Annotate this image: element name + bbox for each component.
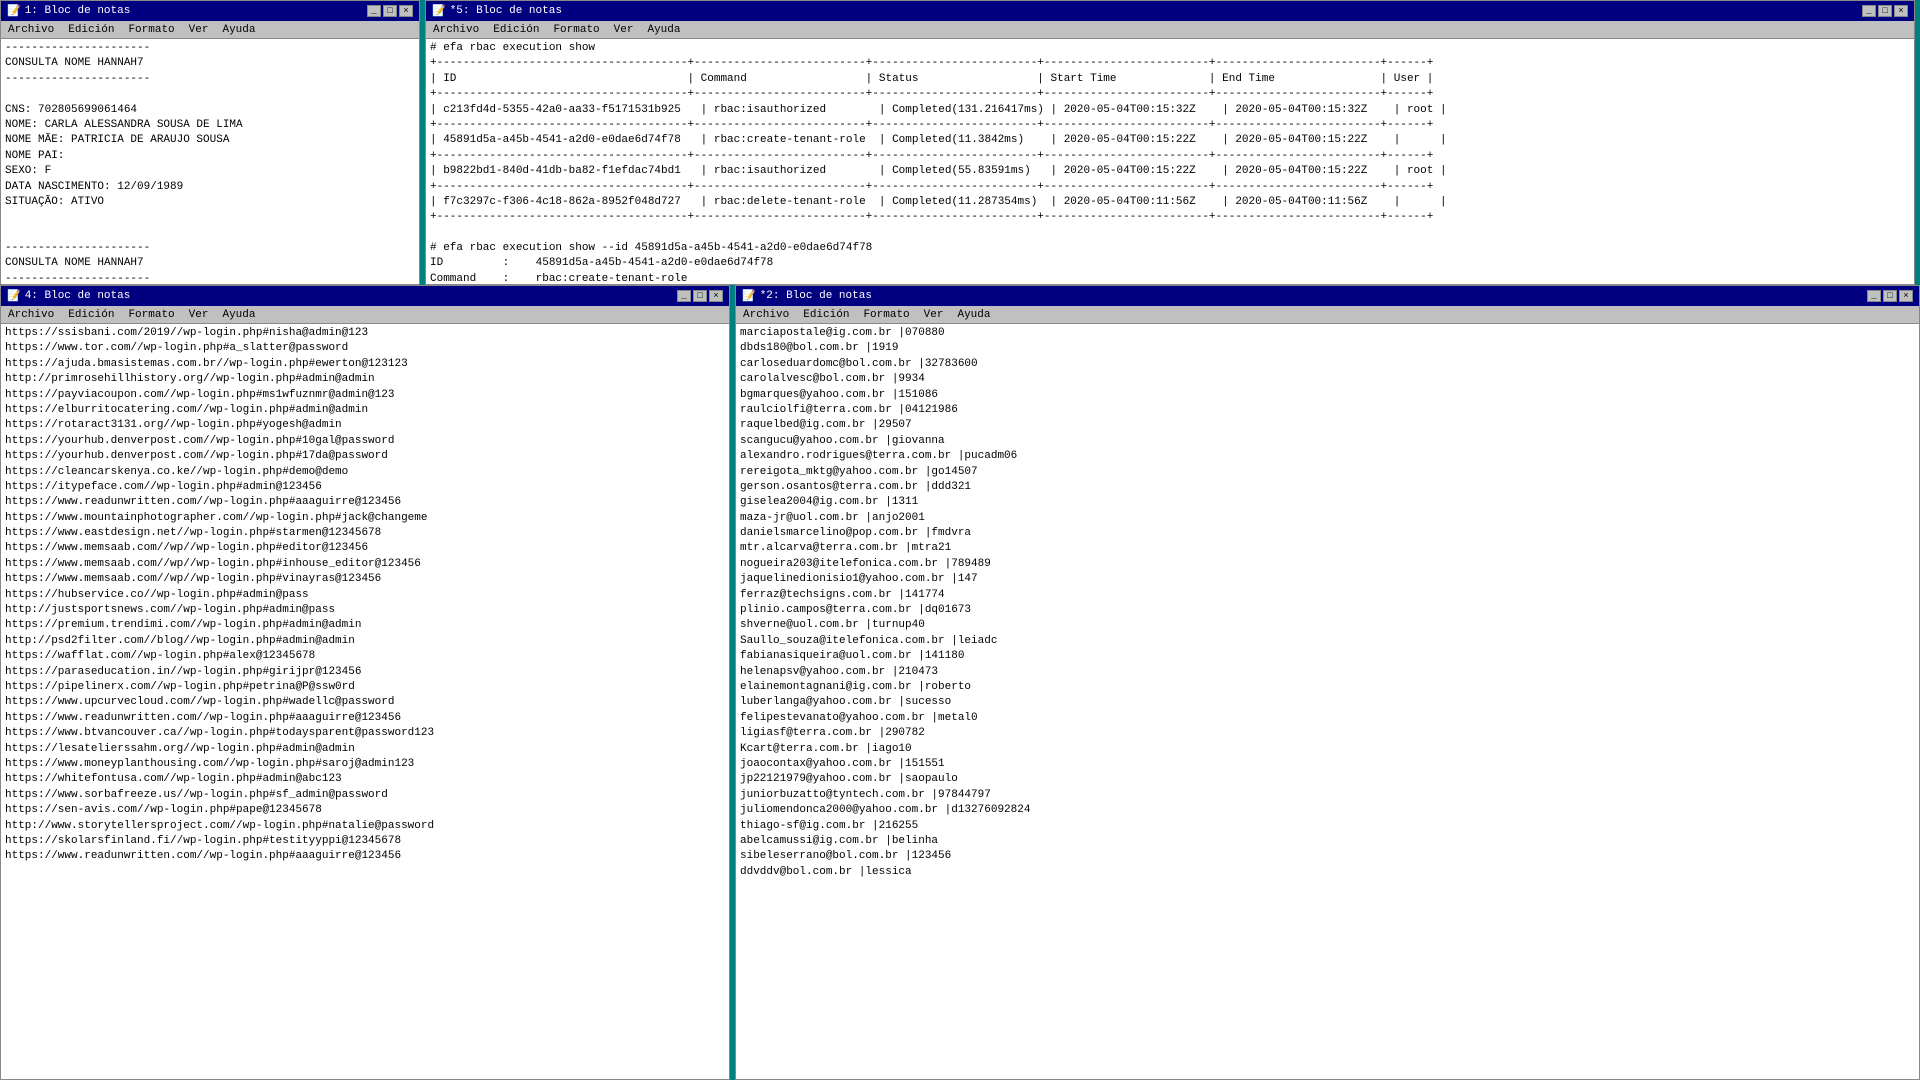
menu-ayuda-2[interactable]: Ayuda bbox=[954, 309, 993, 321]
menu-edicion-1[interactable]: Edición bbox=[65, 24, 117, 36]
content-2[interactable]: marciapostale@ig.com.br |070880 dbds180@… bbox=[736, 324, 1919, 1079]
menu-edicion-5[interactable]: Edición bbox=[490, 24, 542, 36]
menu-formato-5[interactable]: Formato bbox=[550, 24, 602, 36]
window-4: 📝 4: Bloc de notas _ □ × Archivo Edición… bbox=[0, 285, 730, 1080]
content-1[interactable]: ---------------------- CONSULTA NOME HAN… bbox=[1, 39, 419, 284]
menu-archivo-1[interactable]: Archivo bbox=[5, 24, 57, 36]
minimize-btn-2[interactable]: _ bbox=[1867, 290, 1881, 302]
title-1: 📝 1: Bloc de notas bbox=[7, 4, 130, 18]
controls-2: _ □ × bbox=[1867, 290, 1913, 302]
window-5: 📝 *5: Bloc de notas _ □ × Archivo Edició… bbox=[425, 0, 1915, 285]
menubar-5: Archivo Edición Formato Ver Ayuda bbox=[426, 21, 1914, 39]
body-1: ---------------------- CONSULTA NOME HAN… bbox=[1, 39, 419, 284]
title-label-4: 4: Bloc de notas bbox=[25, 290, 131, 302]
menu-formato-4[interactable]: Formato bbox=[125, 309, 177, 321]
controls-4: _ □ × bbox=[677, 290, 723, 302]
menu-formato-2[interactable]: Formato bbox=[860, 309, 912, 321]
minimize-btn-5[interactable]: _ bbox=[1862, 5, 1876, 17]
window-1: 📝 1: Bloc de notas _ □ × Archivo Edición… bbox=[0, 0, 420, 285]
menubar-4: Archivo Edición Formato Ver Ayuda bbox=[1, 306, 729, 324]
notepad-icon-5: 📝 bbox=[432, 4, 446, 18]
menu-archivo-2[interactable]: Archivo bbox=[740, 309, 792, 321]
menu-ver-5[interactable]: Ver bbox=[611, 24, 637, 36]
notepad-icon-2: 📝 bbox=[742, 289, 756, 303]
controls-5: _ □ × bbox=[1862, 5, 1908, 17]
menu-ver-4[interactable]: Ver bbox=[186, 309, 212, 321]
menu-edicion-4[interactable]: Edición bbox=[65, 309, 117, 321]
notepad-icon-4: 📝 bbox=[7, 289, 21, 303]
title-5: 📝 *5: Bloc de notas bbox=[432, 4, 562, 18]
title-2: 📝 *2: Bloc de notas bbox=[742, 289, 872, 303]
body-2: marciapostale@ig.com.br |070880 dbds180@… bbox=[736, 324, 1919, 1079]
menu-archivo-5[interactable]: Archivo bbox=[430, 24, 482, 36]
titlebar-1: 📝 1: Bloc de notas _ □ × bbox=[1, 1, 419, 21]
title-label-2: *2: Bloc de notas bbox=[760, 290, 872, 302]
title-label-5: *5: Bloc de notas bbox=[450, 5, 562, 17]
menu-archivo-4[interactable]: Archivo bbox=[5, 309, 57, 321]
maximize-btn-5[interactable]: □ bbox=[1878, 5, 1892, 17]
content-4[interactable]: https://ssisbani.com/2019//wp-login.php#… bbox=[1, 324, 729, 1079]
menu-formato-1[interactable]: Formato bbox=[125, 24, 177, 36]
controls-1: _ □ × bbox=[367, 5, 413, 17]
body-5: # efa rbac execution show +-------------… bbox=[426, 39, 1914, 284]
title-4: 📝 4: Bloc de notas bbox=[7, 289, 130, 303]
menu-ayuda-1[interactable]: Ayuda bbox=[219, 24, 258, 36]
close-btn-1[interactable]: × bbox=[399, 5, 413, 17]
notepad-icon-1: 📝 bbox=[7, 4, 21, 18]
titlebar-2: 📝 *2: Bloc de notas _ □ × bbox=[736, 286, 1919, 306]
title-label-1: 1: Bloc de notas bbox=[25, 5, 131, 17]
close-btn-5[interactable]: × bbox=[1894, 5, 1908, 17]
close-btn-2[interactable]: × bbox=[1899, 290, 1913, 302]
maximize-btn-4[interactable]: □ bbox=[693, 290, 707, 302]
titlebar-5: 📝 *5: Bloc de notas _ □ × bbox=[426, 1, 1914, 21]
close-btn-4[interactable]: × bbox=[709, 290, 723, 302]
menu-edicion-2[interactable]: Edición bbox=[800, 309, 852, 321]
titlebar-4: 📝 4: Bloc de notas _ □ × bbox=[1, 286, 729, 306]
menu-ayuda-4[interactable]: Ayuda bbox=[219, 309, 258, 321]
window-2: 📝 *2: Bloc de notas _ □ × Archivo Edició… bbox=[735, 285, 1920, 1080]
minimize-btn-4[interactable]: _ bbox=[677, 290, 691, 302]
menu-ayuda-5[interactable]: Ayuda bbox=[644, 24, 683, 36]
maximize-btn-2[interactable]: □ bbox=[1883, 290, 1897, 302]
menubar-1: Archivo Edición Formato Ver Ayuda bbox=[1, 21, 419, 39]
minimize-btn-1[interactable]: _ bbox=[367, 5, 381, 17]
menu-ver-1[interactable]: Ver bbox=[186, 24, 212, 36]
menu-ver-2[interactable]: Ver bbox=[921, 309, 947, 321]
body-4: https://ssisbani.com/2019//wp-login.php#… bbox=[1, 324, 729, 1079]
menubar-2: Archivo Edición Formato Ver Ayuda bbox=[736, 306, 1919, 324]
maximize-btn-1[interactable]: □ bbox=[383, 5, 397, 17]
content-5[interactable]: # efa rbac execution show +-------------… bbox=[426, 39, 1914, 284]
